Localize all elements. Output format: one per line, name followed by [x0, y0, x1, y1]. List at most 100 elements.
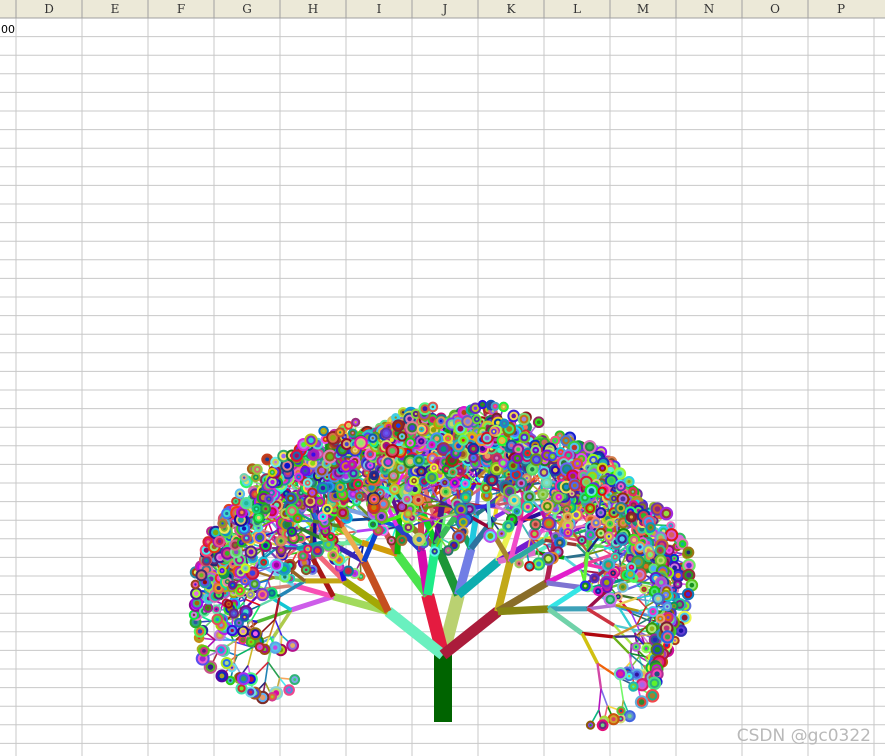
spreadsheet-canvas: D E F G H I J K L M N O P 00	[0, 0, 885, 756]
tree-leaf-core	[199, 573, 204, 578]
tree-leaf-core	[289, 508, 295, 514]
tree-leaf-core	[487, 533, 494, 539]
tree-branch	[580, 632, 600, 665]
tree-leaf-core	[613, 555, 617, 559]
tree-leaf-core	[242, 476, 246, 479]
tree-leaf-core	[239, 686, 244, 691]
column-header-e[interactable]: E	[111, 2, 120, 16]
tree-leaf-core	[347, 424, 350, 427]
tree-leaf-core	[238, 589, 242, 592]
column-header-m[interactable]: M	[637, 2, 649, 16]
tree-leaf-core	[536, 561, 542, 567]
tree-leaf-core	[306, 547, 310, 551]
tree-leaf-core	[206, 606, 210, 609]
tree-leaf-core	[243, 615, 246, 619]
tree-leaf-core	[279, 539, 283, 543]
tree-leaf-core	[494, 405, 497, 408]
column-header-d[interactable]: D	[44, 2, 54, 16]
tree-leaf-core	[527, 494, 532, 500]
tree-leaf-core	[231, 562, 234, 566]
tree-leaf-core	[351, 492, 355, 496]
tree-branch	[394, 515, 403, 555]
tree-branch	[600, 688, 609, 707]
tree-leaf-core	[580, 538, 584, 542]
tree-leaf-core	[495, 456, 499, 460]
tree-branch	[596, 663, 603, 689]
column-header-j[interactable]: J	[441, 2, 448, 16]
tree-leaf-core	[219, 673, 225, 679]
tree-leaf-core	[237, 557, 243, 563]
tree-leaf-core	[358, 495, 361, 498]
column-header-h[interactable]: H	[308, 2, 318, 16]
tree-leaf-core	[205, 559, 208, 562]
tree-leaf-core	[629, 557, 632, 560]
tree-leaf-core	[249, 690, 253, 694]
column-header-i[interactable]: I	[377, 2, 382, 16]
tree-branch	[598, 688, 602, 711]
tree-leaf-core	[241, 638, 244, 642]
tree-branch	[486, 497, 492, 528]
tree-leaf-core	[249, 593, 252, 596]
tree-leaf-core	[392, 487, 397, 491]
tree-leaf-core	[226, 580, 229, 583]
tree-leaf-core	[329, 535, 332, 538]
tree-leaf-core	[331, 553, 335, 557]
tree-leaf-core	[558, 540, 562, 545]
tree-leaf-core	[265, 457, 270, 462]
tree-leaf-core	[394, 416, 397, 419]
tree-leaf-core	[359, 575, 363, 578]
tree-leaf-core	[588, 533, 593, 537]
tree-leaf-core	[340, 510, 346, 516]
tree-leaf-core	[596, 589, 600, 593]
tree-leaf-core	[420, 440, 423, 443]
tree-leaf-core	[237, 621, 241, 625]
tree-leaf-core	[229, 679, 232, 682]
tree-leaf-core	[378, 513, 385, 520]
tree-leaf-core	[461, 409, 467, 416]
column-header-g[interactable]: G	[242, 2, 252, 16]
tree-leaf-core	[400, 538, 404, 542]
tree-branch	[497, 605, 549, 616]
tree-leaf-core	[439, 419, 443, 423]
tree-leaf-core	[318, 500, 322, 504]
tree-leaf-core	[541, 470, 547, 475]
tree-leaf-core	[192, 613, 196, 617]
tree-leaf-core	[225, 511, 229, 516]
tree-leaf-core	[217, 539, 222, 544]
tree-leaf-core	[422, 406, 428, 412]
tree-leaf-core	[227, 602, 230, 606]
tree-leaf-core	[216, 586, 221, 591]
tree-leaf-core	[365, 471, 368, 475]
column-header-k[interactable]: K	[507, 2, 517, 16]
tree-leaf-core	[380, 501, 386, 507]
column-header-f[interactable]: F	[177, 2, 185, 16]
tree-leaf-core	[232, 612, 236, 615]
column-header-o[interactable]: O	[770, 2, 780, 16]
tree-leaf-core	[583, 584, 587, 588]
tree-leaf-core	[230, 628, 234, 633]
column-header-n[interactable]: N	[704, 2, 715, 16]
tree-leaf-core	[194, 591, 199, 596]
tree-leaf-core	[215, 608, 218, 611]
tree-leaf-core	[356, 482, 360, 486]
tree-leaf-core	[528, 564, 531, 568]
tree-leaf-core	[297, 502, 300, 505]
tree-leaf-core	[321, 515, 325, 518]
tree-leaf-core	[556, 550, 560, 554]
tree-leaf-core	[238, 492, 242, 495]
tree-leaf-core	[346, 569, 350, 573]
tree-leaf-core	[207, 664, 214, 670]
tree-leaf-core	[611, 571, 615, 575]
column-header-l[interactable]: L	[573, 2, 581, 16]
tree-leaf-core	[299, 537, 303, 540]
tree-leaf-core	[271, 695, 274, 698]
tree-leaf-core	[219, 648, 223, 652]
column-header-p[interactable]: P	[837, 2, 845, 16]
tree-leaf-core	[541, 492, 545, 497]
cell-a1-text: 00	[1, 23, 15, 36]
tree-leaf-core	[525, 504, 530, 509]
tree-leaf-core	[284, 521, 291, 528]
tree-leaf-core	[605, 562, 612, 568]
tree-leaf-core	[194, 600, 200, 606]
tree-leaf-core	[343, 435, 346, 439]
